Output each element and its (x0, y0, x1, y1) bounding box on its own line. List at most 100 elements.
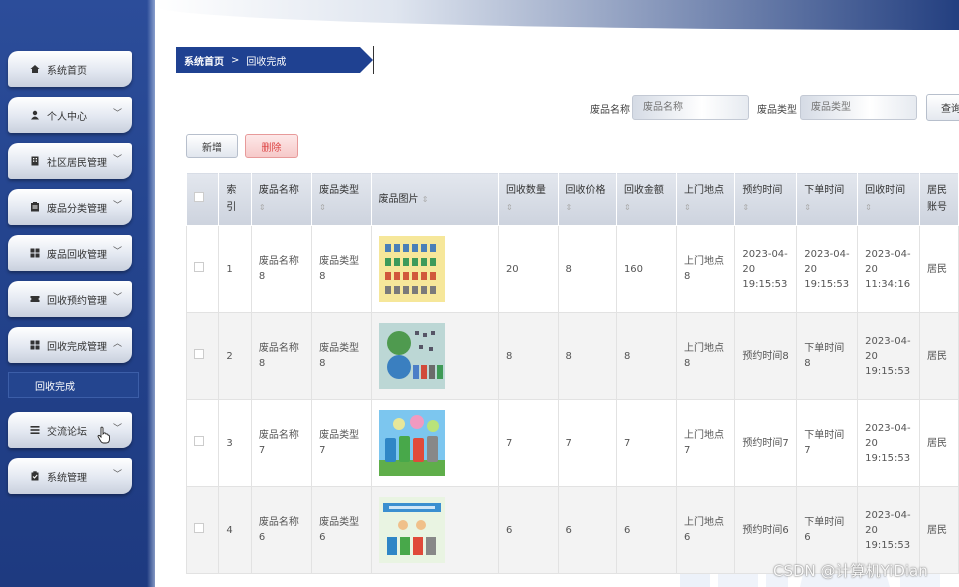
sidebar-item-home[interactable]: 系统首页 (8, 51, 132, 87)
cell-qty: 20 (497, 225, 559, 313)
sort-icon[interactable]: ⇕ (684, 203, 691, 212)
header-place[interactable]: 上门地点 ⇕ (675, 172, 736, 226)
sort-icon[interactable]: ⇕ (422, 195, 429, 204)
row-checkbox[interactable] (194, 522, 204, 533)
sort-icon[interactable]: ⇕ (566, 203, 573, 212)
table-header-row: 索引 废品名称 ⇕ 废品类型 ⇕ 废品图片 ⇕ 回收数量 ⇕ 回收价格 ⇕ 回收… (185, 172, 959, 226)
cell-place: 上门地点6 (675, 486, 736, 574)
hand-cursor-icon (97, 426, 110, 444)
sidebar-item-personal-center[interactable]: 个人中心 ﹀ (8, 97, 132, 133)
cell-name: 废品名称6 (250, 486, 313, 574)
header-amount[interactable]: 回收金额 ⇕ (615, 172, 677, 226)
cartoon-bins-image[interactable] (378, 410, 445, 476)
table-row: 3 废品名称7 废品类型7 7 7 7 上门地点7 预约时间7 下单时间7 20… (185, 399, 959, 487)
sidebar-item-forum[interactable]: 交流论坛 ﹀ (8, 412, 132, 448)
clipboard-icon (31, 471, 39, 481)
cell-resident: 居民 (919, 225, 959, 313)
recycling-bins-image[interactable] (378, 323, 445, 389)
header-resident[interactable]: 居民账号 (919, 172, 959, 226)
cell-appoint: 预约时间8 (734, 312, 798, 400)
sidebar-item-completion-management[interactable]: 回收完成管理 ︿ (8, 327, 132, 363)
cell-amount: 160 (615, 225, 677, 313)
row-checkbox[interactable] (194, 261, 204, 272)
cell-index: 2 (218, 312, 252, 400)
header-qty[interactable]: 回收数量 ⇕ (497, 172, 559, 226)
header-select-all[interactable] (185, 172, 220, 226)
chevron-down-icon: ﹀ (112, 293, 122, 303)
folder-icon (31, 202, 39, 212)
search-type-input[interactable] (800, 95, 917, 120)
list-icon (30, 426, 40, 434)
chevron-down-icon: ﹀ (112, 424, 122, 434)
cell-price: 8 (557, 312, 617, 400)
sidebar-item-label: 回收预约管理 (47, 295, 107, 307)
grid-icon (30, 248, 40, 258)
breadcrumb-home[interactable]: 系统首页 (184, 53, 224, 68)
search-name-label: 废品名称 (590, 105, 630, 116)
cell-name: 废品名称8 (250, 312, 313, 400)
cell-price: 8 (557, 225, 617, 313)
sidebar-item-label: 交流论坛 (47, 426, 87, 438)
cell-place: 上门地点8 (675, 312, 736, 400)
sort-icon[interactable]: ⇕ (804, 203, 811, 212)
chevron-down-icon: ﹀ (112, 470, 122, 480)
sort-icon[interactable]: ⇕ (319, 203, 326, 212)
cell-image (370, 312, 499, 400)
sidebar-item-label: 社区居民管理 (47, 157, 107, 169)
header-appoint[interactable]: 预约时间 ⇕ (734, 172, 798, 226)
delete-button[interactable]: 删除 (245, 134, 298, 158)
cell-qty: 7 (497, 399, 559, 487)
cell-order: 2023-04-20 19:15:53 (796, 225, 859, 313)
sort-icon[interactable]: ⇕ (865, 203, 872, 212)
cell-type: 废品类型8 (311, 312, 372, 400)
grid-icon (30, 340, 40, 350)
cell-place: 上门地点7 (675, 399, 736, 487)
sort-icon[interactable]: ⇕ (259, 203, 266, 212)
header-name[interactable]: 废品名称 ⇕ (250, 172, 313, 226)
sidebar-item-category-management[interactable]: 废品分类管理 ﹀ (8, 189, 132, 225)
breadcrumb-separator: > (231, 54, 240, 66)
sort-icon[interactable]: ⇕ (506, 203, 513, 212)
sidebar-item-appointment-management[interactable]: 回收预约管理 ﹀ (8, 281, 132, 317)
cell-image (370, 225, 499, 313)
breadcrumb-arrow (360, 47, 373, 73)
row-checkbox[interactable] (194, 348, 204, 359)
sidebar-subitem-recycle-complete[interactable]: 回收完成 (8, 372, 139, 398)
breadcrumb-divider (373, 46, 374, 74)
cell-order: 下单时间8 (796, 312, 859, 400)
cell-appoint: 2023-04-20 19:15:53 (734, 225, 798, 313)
row-checkbox[interactable] (194, 435, 204, 446)
waste-sort-chart-image[interactable] (378, 236, 445, 302)
search-button[interactable]: 查询 (926, 94, 959, 121)
sort-icon[interactable]: ⇕ (742, 203, 749, 212)
cell-resident: 居民 (919, 312, 959, 400)
sidebar-item-system-management[interactable]: 系统管理 ﹀ (8, 458, 132, 494)
data-table: 索引 废品名称 ⇕ 废品类型 ⇕ 废品图片 ⇕ 回收数量 ⇕ 回收价格 ⇕ 回收… (185, 172, 959, 574)
header-order[interactable]: 下单时间 ⇕ (796, 172, 859, 226)
sidebar-item-label: 系统首页 (47, 65, 87, 77)
sidebar-item-label: 个人中心 (47, 111, 87, 123)
header-type[interactable]: 废品类型 ⇕ (311, 172, 372, 226)
user-icon (31, 110, 39, 120)
cell-price: 6 (557, 486, 617, 574)
cell-amount: 8 (615, 312, 677, 400)
search-name-input[interactable] (632, 95, 749, 120)
sorting-poster-image[interactable] (378, 497, 445, 563)
select-all-checkbox[interactable] (194, 191, 204, 202)
header-price[interactable]: 回收价格 ⇕ (557, 172, 617, 226)
chevron-down-icon: ﹀ (112, 109, 122, 119)
building-icon (31, 156, 39, 166)
sidebar-item-resident-management[interactable]: 社区居民管理 ﹀ (8, 143, 132, 179)
cell-index: 1 (218, 225, 252, 313)
cell-qty: 8 (497, 312, 559, 400)
chevron-down-icon: ﹀ (112, 247, 122, 257)
sidebar-item-label: 回收完成管理 (47, 341, 107, 353)
header-image[interactable]: 废品图片 ⇕ (370, 172, 499, 226)
sidebar-item-recycle-management[interactable]: 废品回收管理 ﹀ (8, 235, 132, 271)
header-recycle[interactable]: 回收时间 ⇕ (857, 172, 920, 226)
table-row: 1 废品名称8 废品类型8 20 8 160 上门地点8 2023-04-20 … (185, 225, 959, 313)
sort-icon[interactable]: ⇕ (624, 203, 631, 212)
cell-type: 废品类型7 (311, 399, 372, 487)
cell-image (370, 399, 499, 487)
add-button[interactable]: 新增 (186, 134, 238, 158)
